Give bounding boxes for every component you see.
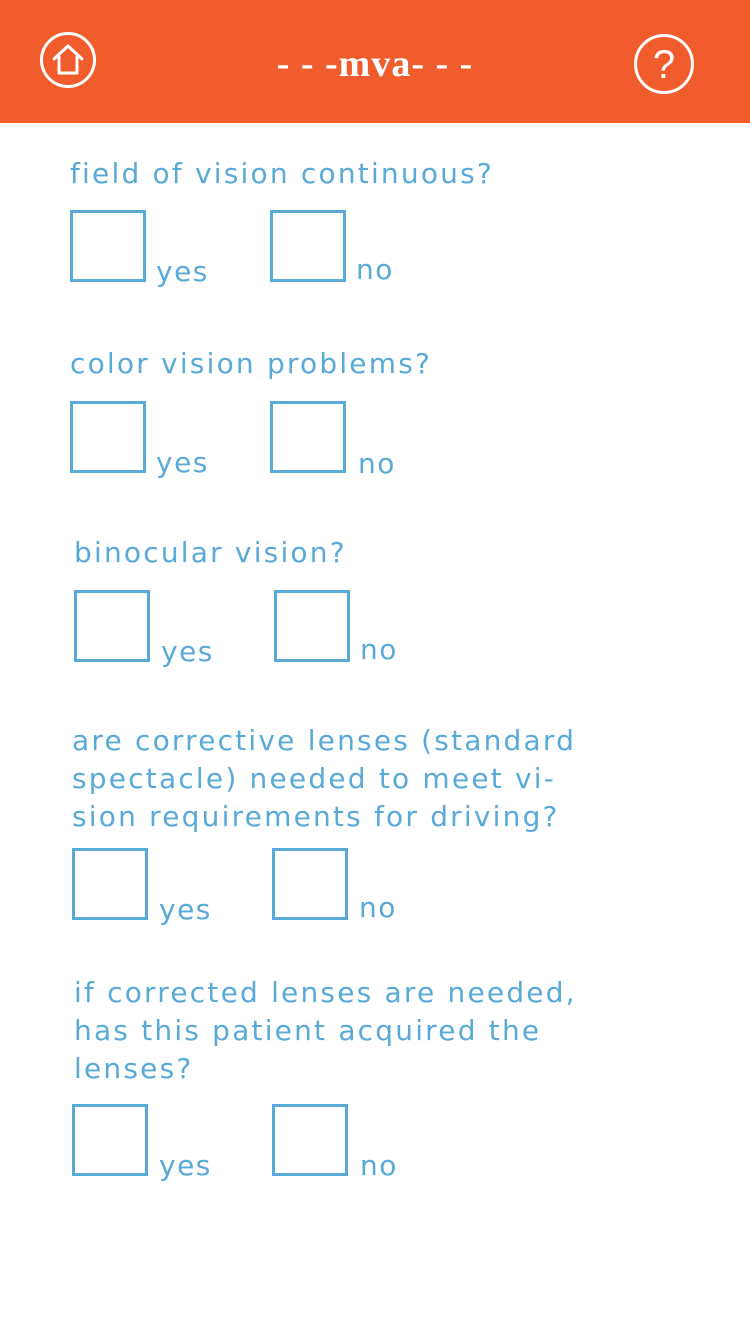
checkbox-color-vision-no[interactable] xyxy=(270,401,346,473)
checkbox-binocular-vision-no[interactable] xyxy=(274,590,350,662)
option-label-yes: yes xyxy=(161,635,214,668)
option-label-yes: yes xyxy=(159,1149,212,1182)
question-field-of-vision: field of vision continuous? xyxy=(70,157,494,190)
option-label-no: no xyxy=(358,447,396,480)
option-label-yes: yes xyxy=(156,446,209,479)
checkbox-color-vision-yes[interactable] xyxy=(70,401,146,473)
question-mark-icon: ? xyxy=(652,43,676,87)
option-label-no: no xyxy=(360,633,398,666)
checkbox-corrective-lenses-yes[interactable] xyxy=(72,848,148,920)
help-button[interactable]: ? xyxy=(634,34,694,94)
checkbox-field-of-vision-no[interactable] xyxy=(270,210,346,282)
checkbox-binocular-vision-yes[interactable] xyxy=(74,590,150,662)
question-color-vision: color vision problems? xyxy=(70,347,433,380)
checkbox-lenses-acquired-no[interactable] xyxy=(272,1104,348,1176)
app-header: - - -mva- - - ? xyxy=(0,0,750,123)
question-corrective-lenses: are corrective lenses (standard spectacl… xyxy=(72,724,577,833)
question-binocular-vision: binocular vision? xyxy=(74,536,347,569)
option-label-no: no xyxy=(356,253,394,286)
checkbox-lenses-acquired-yes[interactable] xyxy=(72,1104,148,1176)
checkbox-field-of-vision-yes[interactable] xyxy=(70,210,146,282)
checkbox-corrective-lenses-no[interactable] xyxy=(272,848,348,920)
option-label-no: no xyxy=(359,891,397,924)
question-lenses-acquired: if corrected lenses are needed, has this… xyxy=(74,976,577,1085)
option-label-yes: yes xyxy=(156,255,209,288)
option-label-no: no xyxy=(360,1149,398,1182)
option-label-yes: yes xyxy=(159,893,212,926)
